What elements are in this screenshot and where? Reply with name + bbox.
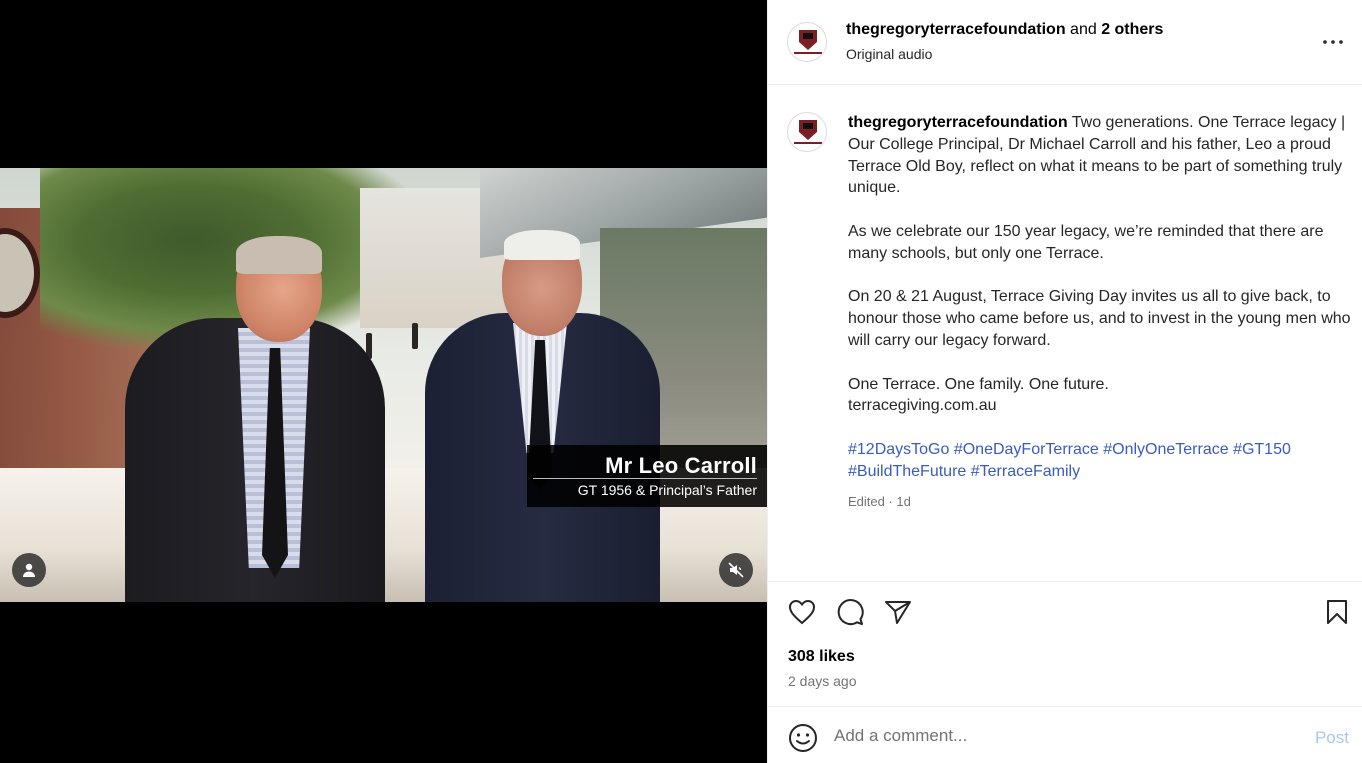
caption-username[interactable]: thegregoryterracefoundation — [848, 114, 1068, 131]
share-button[interactable] — [882, 596, 914, 628]
caption-section: thegregoryterracefoundation Two generati… — [768, 86, 1362, 582]
avatar[interactable] — [787, 112, 827, 152]
save-button[interactable] — [1321, 596, 1353, 628]
lower-third-divider — [533, 478, 757, 479]
collaborators-link[interactable]: 2 others — [1101, 21, 1163, 38]
comment-icon — [837, 599, 864, 626]
audio-label[interactable]: Original audio — [846, 46, 932, 62]
foundation-crest-icon — [799, 120, 817, 140]
speaker-muted-icon — [728, 562, 744, 578]
more-options-button[interactable] — [1321, 30, 1345, 54]
post-side-panel: thegregoryterracefoundation and 2 others… — [767, 0, 1362, 763]
post-author[interactable]: thegregoryterracefoundation and 2 others — [846, 21, 1163, 39]
bookmark-icon — [1327, 600, 1347, 624]
caption-link: terracegiving.com.au — [848, 397, 997, 415]
caption-paragraph: On 20 & 21 August, Terrace Giving Day in… — [848, 288, 1351, 349]
edited-timestamp: Edited · 1d — [848, 494, 911, 510]
tagged-users-button[interactable] — [12, 553, 46, 587]
emoji-button[interactable] — [788, 723, 818, 753]
post-header: thegregoryterracefoundation and 2 others… — [768, 0, 1362, 85]
name-lower-third: Mr Leo Carroll GT 1956 & Principal’s Fat… — [527, 445, 767, 507]
lower-third-subtitle: GT 1956 & Principal’s Father — [577, 482, 757, 498]
video-player[interactable]: Mr Leo Carroll GT 1956 & Principal’s Fat… — [0, 168, 767, 602]
caption-paragraph: One Terrace. One family. One future. — [848, 375, 1109, 393]
caption-paragraph: As we celebrate our 150 year legacy, we’… — [848, 222, 1324, 262]
author-username[interactable]: thegregoryterracefoundation — [846, 21, 1066, 38]
comment-input[interactable] — [834, 721, 1274, 751]
foundation-crest-icon — [799, 30, 817, 50]
action-bar — [768, 582, 1362, 642]
emoji-icon — [789, 724, 817, 752]
like-button[interactable] — [786, 596, 818, 628]
more-horizontal-icon — [1323, 40, 1343, 44]
post-comment-button[interactable]: Post — [1315, 728, 1349, 748]
instagram-post-view: Mr Leo Carroll GT 1956 & Principal’s Fat… — [0, 0, 1362, 763]
post-time[interactable]: 2 days ago — [788, 673, 857, 689]
caption-text: thegregoryterracefoundation Two generati… — [848, 112, 1354, 513]
heart-icon — [788, 599, 816, 625]
comment-button[interactable] — [834, 596, 866, 628]
media-pane: Mr Leo Carroll GT 1956 & Principal’s Fat… — [0, 0, 767, 763]
lower-third-name: Mr Leo Carroll — [605, 453, 757, 478]
mute-toggle-button[interactable] — [719, 553, 753, 587]
user-icon — [23, 563, 35, 577]
likes-count[interactable]: 308 likes — [788, 648, 855, 666]
comment-composer: Post — [768, 706, 1362, 763]
hashtags[interactable]: #12DaysToGo #OneDayForTerrace #OnlyOneTe… — [848, 439, 1354, 483]
send-icon — [885, 601, 911, 624]
avatar[interactable] — [787, 22, 827, 62]
bollard — [412, 323, 418, 349]
